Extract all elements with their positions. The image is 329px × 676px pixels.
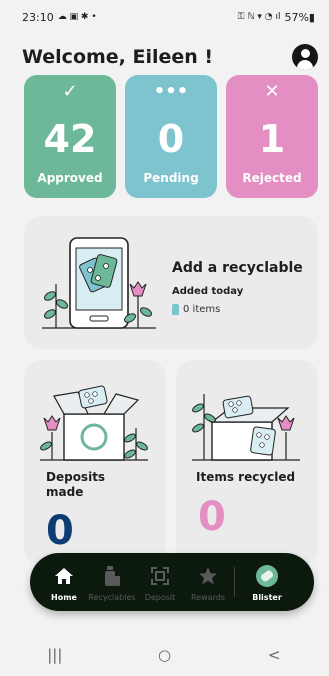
nav-recyclables[interactable]: Recyclables (88, 557, 136, 607)
items-recycled-label: Items recycled (196, 470, 296, 484)
deposits-count: 0 (46, 508, 74, 554)
nav-blister-label: Blister (252, 593, 282, 602)
bottle-icon (172, 304, 179, 315)
approved-count: 42 (43, 117, 97, 161)
rejected-card[interactable]: ✕ 1 Rejected (226, 75, 318, 198)
items-count: 0 items (172, 304, 220, 315)
scan-icon (136, 565, 184, 587)
items-recycled-count: 0 (198, 494, 226, 540)
pending-card[interactable]: ••• 0 Pending (125, 75, 217, 198)
close-icon: ✕ (264, 81, 280, 102)
items-count-text: 0 items (183, 304, 221, 315)
blister-box-illustration (192, 394, 300, 461)
account-icon[interactable] (292, 44, 318, 70)
header: Welcome, Eileen ! (22, 40, 318, 74)
items-recycled-card[interactable]: Items recycled 0 (176, 360, 318, 565)
nav-blister[interactable]: Blister (241, 557, 293, 607)
pending-label: Pending (143, 171, 199, 185)
pending-count: 0 (157, 117, 185, 161)
status-bar: 23:10 ☁ ▣ ✱ • ⚿ ℕ ▾ ◔ ıl 57%▮ (0, 0, 329, 34)
nav-rewards-label: Rewards (191, 593, 225, 602)
rejected-count: 1 (258, 117, 286, 161)
approved-card[interactable]: ✓ 42 Approved (24, 75, 116, 198)
more-dots-icon: ••• (153, 81, 189, 102)
deposits-label: Deposits made (46, 470, 106, 499)
system-navigation-bar: ||| ○ < (0, 634, 329, 676)
clock: 23:10 (22, 10, 54, 24)
add-recyclable-card[interactable]: Add a recyclable Added today 0 items (24, 216, 318, 349)
recycling-box-illustration (40, 385, 148, 461)
system-status-icons: ⚿ ℕ ▾ ◔ ıl (237, 12, 281, 22)
rejected-label: Rejected (242, 171, 302, 185)
check-icon: ✓ (62, 81, 78, 102)
home-button[interactable]: ○ (134, 646, 194, 664)
nav-home[interactable]: Home (40, 557, 88, 607)
bottom-navigation: Home Recyclables Deposit Rewards Blister (30, 553, 314, 611)
blister-icon (241, 565, 293, 587)
recent-apps-button[interactable]: ||| (25, 646, 85, 664)
nav-rewards[interactable]: Rewards (184, 557, 232, 607)
star-icon (184, 565, 232, 587)
bottle-pack-icon (88, 565, 136, 587)
back-button[interactable]: < (244, 646, 304, 664)
add-recyclable-title: Add a recyclable (172, 260, 303, 276)
phone-blister-illustration (42, 237, 156, 329)
home-icon (40, 565, 88, 587)
deposits-card[interactable]: Deposits made 0 (24, 360, 166, 565)
approved-label: Approved (37, 171, 103, 185)
nav-deposit[interactable]: Deposit (136, 557, 184, 607)
added-today-label: Added today (172, 286, 244, 297)
page-title: Welcome, Eileen ! (22, 46, 214, 68)
battery-indicator: 57%▮ (284, 10, 315, 24)
notification-icons: ☁ ▣ ✱ • (57, 12, 97, 22)
